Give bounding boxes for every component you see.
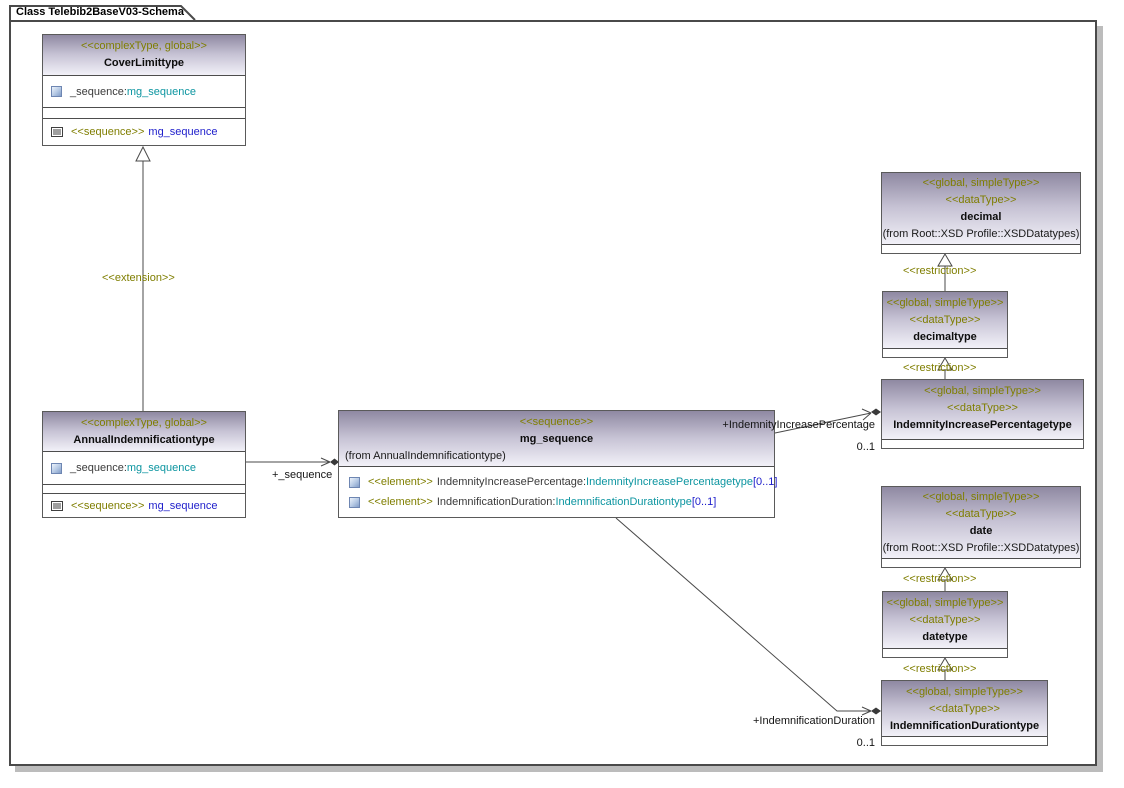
operation-stereotype: <<sequence>> [71, 126, 144, 138]
class-box-indemnityincreasepercentagetype[interactable]: <<global, simpleType>> <<dataType>> Inde… [881, 379, 1084, 449]
class-name: datetype [883, 629, 1007, 646]
from-label: (from Root::XSD Profile::XSDDatatypes) [882, 226, 1080, 243]
stereotype-label: <<global, simpleType>> [882, 383, 1083, 400]
stereotype-label: <<global, simpleType>> [882, 684, 1047, 701]
class-name: date [882, 523, 1080, 540]
class-box-mg-sequence[interactable]: <<sequence>> mg_sequence (from AnnualInd… [338, 410, 775, 518]
stereotype-label: <<complexType, global>> [43, 415, 245, 432]
attribute-name: _sequence: [70, 86, 127, 98]
empty-compartment [882, 440, 1083, 448]
class-name: IndemnityIncreasePercentagetype [882, 417, 1083, 434]
element-type: IndemnificationDurationtype [555, 496, 691, 508]
class-name: decimaltype [883, 329, 1007, 346]
element-row: <<element>> IndemnityIncreasePercentage:I… [339, 472, 774, 492]
class-box-decimal[interactable]: <<global, simpleType>> <<dataType>> deci… [881, 172, 1081, 254]
edge-label-indemnity-increase: +IndemnityIncreasePercentage [715, 419, 875, 431]
attribute-type: mg_sequence [127, 462, 196, 474]
triangle-extension [136, 147, 150, 161]
stereotype-label: <<complexType, global>> [43, 38, 245, 55]
diagram-title: Class Telebib2BaseV03-Schema [16, 6, 184, 18]
class-box-date[interactable]: <<global, simpleType>> <<dataType>> date… [881, 486, 1081, 568]
edge-label-indemnification-duration: +IndemnificationDuration [715, 715, 875, 727]
class-name: mg_sequence [339, 431, 774, 448]
stereotype-label: <<dataType>> [882, 701, 1047, 718]
class-name: decimal [882, 209, 1080, 226]
attribute-type: mg_sequence [127, 86, 196, 98]
empty-compartment [883, 649, 1007, 657]
from-label: (from Root::XSD Profile::XSDDatatypes) [882, 540, 1080, 557]
operations-icon [51, 501, 63, 511]
class-box-annualindemnificationtype[interactable]: <<complexType, global>> AnnualIndemnific… [42, 411, 246, 518]
stereotype-label: <<dataType>> [883, 612, 1007, 629]
empty-compartment [882, 245, 1080, 253]
from-label: (from AnnualIndemnificationtype) [339, 448, 774, 465]
stereotype-label: <<dataType>> [882, 192, 1080, 209]
stereotype-label: <<dataType>> [883, 312, 1007, 329]
diamond-indemnity-increase [871, 409, 881, 416]
operations-icon [51, 127, 63, 137]
class-name: CoverLimittype [43, 55, 245, 72]
stereotype-label: <<global, simpleType>> [883, 595, 1007, 612]
empty-compartment [43, 108, 245, 119]
empty-compartment [882, 737, 1047, 745]
edge-multiplicity-indemnity-increase: 0..1 [845, 441, 875, 453]
edge-label-extension: <<extension>> [102, 272, 175, 284]
class-box-decimaltype[interactable]: <<global, simpleType>> <<dataType>> deci… [882, 291, 1008, 358]
attribute-icon [51, 463, 62, 474]
stereotype-label: <<sequence>> [339, 414, 774, 431]
edge-label-restriction-date: <<restriction>> [903, 573, 976, 585]
element-name: IndemnityIncreasePercentage: [437, 476, 586, 488]
attribute-name: _sequence: [70, 462, 127, 474]
stereotype-label: <<dataType>> [882, 400, 1083, 417]
operation-stereotype: <<sequence>> [71, 500, 144, 512]
element-type: IndemnityIncreasePercentagetype [586, 476, 753, 488]
stereotype-label: <<global, simpleType>> [882, 175, 1080, 192]
diamond-indemnification-duration [871, 708, 881, 715]
stereotype-label: <<global, simpleType>> [883, 295, 1007, 312]
attribute-icon [349, 477, 360, 488]
indemnification-duration-association-line [616, 518, 871, 711]
edge-label-restriction-datetype: <<restriction>> [903, 663, 976, 675]
element-stereotype: <<element>> [368, 476, 433, 488]
empty-compartment [43, 485, 245, 494]
class-name: IndemnificationDurationtype [882, 718, 1047, 735]
edge-label-restriction-decimal: <<restriction>> [903, 265, 976, 277]
element-stereotype: <<element>> [368, 496, 433, 508]
diagram-canvas: Class Telebib2BaseV03-Schema [0, 0, 1124, 788]
stereotype-label: <<dataType>> [882, 506, 1080, 523]
class-name: AnnualIndemnificationtype [43, 432, 245, 449]
empty-compartment [883, 349, 1007, 357]
element-cardinality: [0..1] [692, 496, 716, 508]
element-cardinality: [0..1] [753, 476, 777, 488]
class-box-indemnificationdurationtype[interactable]: <<global, simpleType>> <<dataType>> Inde… [881, 680, 1048, 746]
attribute-icon [349, 497, 360, 508]
class-box-coverlimittype[interactable]: <<complexType, global>> CoverLimittype _… [42, 34, 246, 146]
attribute-icon [51, 86, 62, 97]
operation-name: mg_sequence [148, 126, 217, 138]
empty-compartment [882, 559, 1080, 567]
operation-name: mg_sequence [148, 500, 217, 512]
stereotype-label: <<global, simpleType>> [882, 489, 1080, 506]
class-box-datetype[interactable]: <<global, simpleType>> <<dataType>> date… [882, 591, 1008, 658]
element-name: IndemnificationDuration: [437, 496, 556, 508]
edge-label-restriction-decimaltype: <<restriction>> [903, 362, 976, 374]
edge-label-sequence: +_sequence [272, 469, 332, 481]
element-row: <<element>> IndemnificationDuration:Indem… [339, 492, 774, 512]
edge-multiplicity-indemnification-duration: 0..1 [845, 737, 875, 749]
